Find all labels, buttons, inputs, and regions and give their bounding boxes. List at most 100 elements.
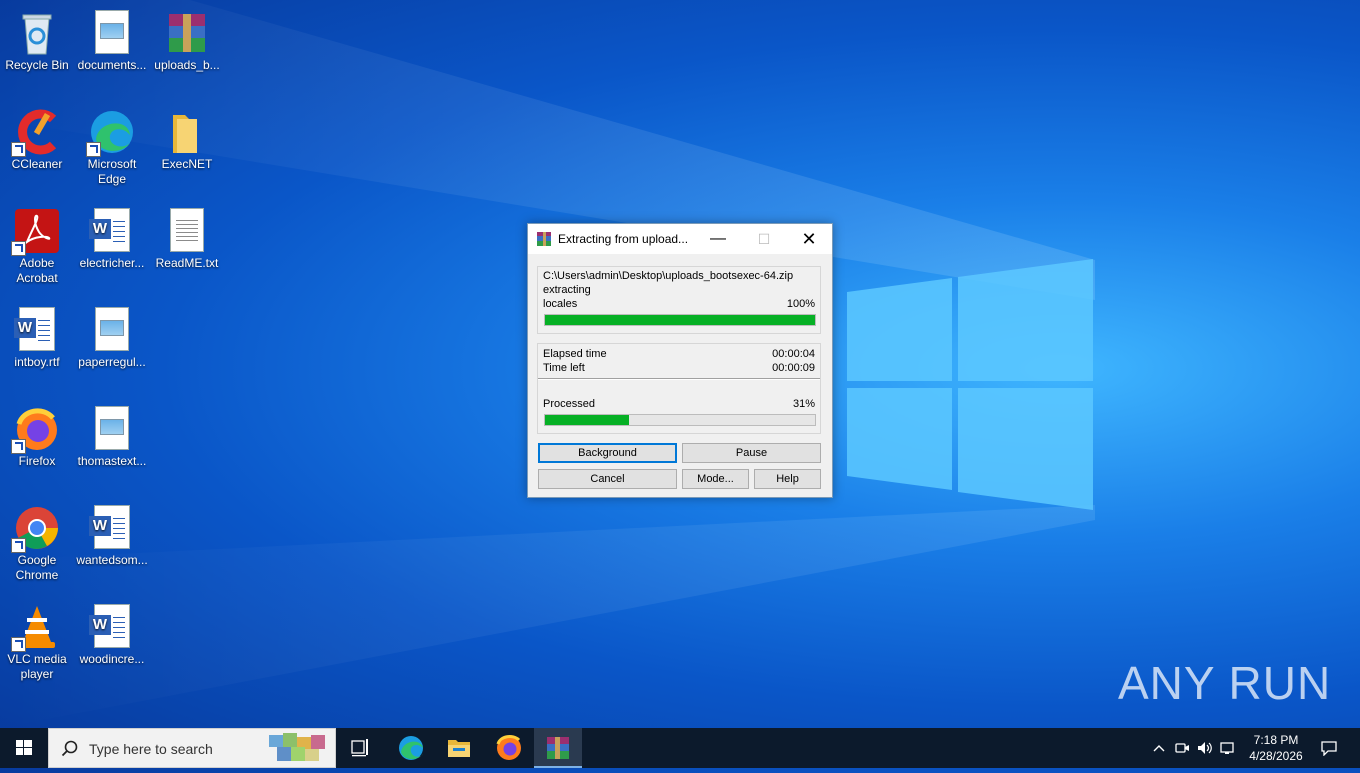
file-percent: 100%: [786, 298, 815, 310]
chevron-up-icon[interactable]: [1152, 742, 1166, 754]
vlc-icon: [11, 604, 61, 652]
desktop-icon-label: intboy.rtf: [14, 355, 60, 369]
taskbar-firefox[interactable]: [485, 728, 533, 768]
elapsed-time-label: Elapsed time: [543, 348, 607, 360]
desktop-icon-ccleaner[interactable]: CCleaner: [0, 103, 74, 172]
watermark-text: ANY RUN: [1118, 657, 1332, 709]
desktop-icon-wantedsom[interactable]: W wantedsom...: [75, 499, 149, 568]
system-clock[interactable]: 7:18 PM 4/28/2026: [1236, 732, 1316, 764]
desktop-icon-label: woodincre...: [79, 652, 145, 666]
edge-icon: [86, 109, 136, 157]
desktop-icon-uploads-archive[interactable]: uploads_b...: [150, 4, 224, 73]
image-file-icon: [88, 10, 136, 56]
taskbar-edge[interactable]: [387, 728, 435, 768]
divider: [538, 378, 820, 380]
mode-button[interactable]: Mode...: [682, 469, 749, 489]
start-button[interactable]: [0, 728, 48, 768]
desktop-icon-label: electricher...: [79, 256, 145, 270]
total-progress-panel: Elapsed time 00:00:04 Time left 00:00:09…: [537, 343, 821, 434]
desktop-icon-label: Firefox: [18, 454, 56, 468]
file-progress-fill: [545, 315, 815, 325]
desktop-icon-adobe-acrobat[interactable]: Adobe Acrobat: [0, 202, 74, 286]
shortcut-arrow-icon: [11, 439, 26, 454]
minimize-button[interactable]: —: [695, 224, 741, 254]
desktop-icon-label: VLC media player: [7, 652, 67, 681]
desktop-icon-recycle-bin[interactable]: Recycle Bin: [0, 4, 74, 73]
desktop-icon-vlc[interactable]: VLC media player: [0, 598, 74, 682]
dialog-title: Extracting from upload...: [558, 232, 689, 246]
winrar-archive-icon: [163, 10, 211, 56]
desktop-icon-label: thomastext...: [77, 454, 147, 468]
notifications-button[interactable]: [1306, 728, 1350, 768]
desktop-icon-label: wantedsom...: [76, 553, 148, 567]
desktop-icon-google-chrome[interactable]: Google Chrome: [0, 499, 74, 583]
time-left-value: 00:00:09: [772, 362, 815, 374]
file-progress-panel: C:\Users\admin\Desktop\uploads_bootsexec…: [537, 266, 821, 334]
desktop-icon-documents[interactable]: documents...: [75, 4, 149, 73]
desktop-icon-label: Microsoft Edge: [87, 157, 137, 186]
winrar-icon: [537, 232, 551, 246]
firefox-icon: [11, 406, 61, 454]
pause-button[interactable]: Pause: [682, 443, 821, 463]
task-view-button[interactable]: [336, 728, 384, 768]
elapsed-time-value: 00:00:04: [772, 348, 815, 360]
search-box[interactable]: Type here to search: [48, 728, 336, 768]
desktop-icon-label: Adobe Acrobat: [16, 256, 58, 285]
shortcut-arrow-icon: [11, 241, 26, 256]
desktop-icon-woodincre[interactable]: W woodincre...: [75, 598, 149, 667]
shortcut-arrow-icon: [11, 637, 26, 652]
desktop-icon-readme[interactable]: ReadME.txt: [150, 202, 224, 271]
recycle-bin-icon: [13, 10, 61, 56]
desktop-icon-execnet[interactable]: ExecNET: [150, 103, 224, 172]
desktop-icon-microsoft-edge[interactable]: Microsoft Edge: [75, 103, 149, 187]
shortcut-arrow-icon: [86, 142, 101, 157]
taskbar-file-explorer[interactable]: [435, 728, 483, 768]
cancel-button[interactable]: Cancel: [538, 469, 677, 489]
clock-date: 4/28/2026: [1249, 749, 1303, 763]
folder-icon: [163, 109, 211, 155]
desktop-icon-label: ExecNET: [161, 157, 213, 171]
meet-now-icon[interactable]: [1174, 740, 1190, 756]
desktop-icon-label: ReadME.txt: [155, 256, 219, 270]
desktop-icon-label: CCleaner: [11, 157, 63, 171]
taskbar-winrar[interactable]: [534, 728, 582, 768]
processed-label: Processed: [543, 398, 595, 410]
extraction-dialog: Extracting from upload... — ☐ ✕ C:\Users…: [527, 223, 833, 498]
desktop-icon-thomastext[interactable]: thomastext...: [75, 400, 149, 469]
dialog-titlebar[interactable]: Extracting from upload... — ☐ ✕: [528, 224, 832, 254]
desktop-icon-label: uploads_b...: [154, 58, 220, 72]
edge-icon: [399, 736, 423, 760]
close-button[interactable]: ✕: [786, 224, 832, 254]
help-button[interactable]: Help: [754, 469, 821, 489]
desktop-icon-firefox[interactable]: Firefox: [0, 400, 74, 469]
background-button[interactable]: Background: [538, 443, 677, 463]
notification-icon: [1321, 741, 1337, 756]
action-label: extracting: [543, 284, 591, 296]
volume-icon[interactable]: [1196, 740, 1214, 756]
word-doc-icon: W: [88, 604, 136, 650]
desktop-icon-electricher[interactable]: W electricher...: [75, 202, 149, 271]
shortcut-arrow-icon: [11, 538, 26, 553]
ccleaner-icon: [11, 109, 61, 157]
shortcut-arrow-icon: [11, 142, 26, 157]
word-doc-icon: W: [13, 307, 61, 353]
clock-time: 7:18 PM: [1253, 733, 1299, 747]
desktop-icon-label: Google Chrome: [15, 553, 59, 582]
word-doc-icon: W: [88, 505, 136, 551]
current-file-label: locales: [543, 298, 578, 310]
desktop-icon-label: paperregul...: [78, 355, 146, 369]
processed-percent: 31%: [792, 398, 815, 410]
desktop-icon-label: Recycle Bin: [5, 58, 69, 72]
image-file-icon: [88, 307, 136, 353]
image-file-icon: [88, 406, 136, 452]
system-tray: [1148, 728, 1236, 768]
processed-progress-bar: [544, 414, 816, 426]
desktop-icon-paperregul[interactable]: paperregul...: [75, 301, 149, 370]
search-icon: [61, 740, 78, 757]
acrobat-icon: [11, 208, 61, 256]
file-explorer-icon: [448, 740, 470, 757]
network-icon[interactable]: [1220, 740, 1236, 756]
maximize-button[interactable]: ☐: [741, 224, 787, 254]
desktop-icon-intboy[interactable]: W intboy.rtf: [0, 301, 74, 370]
search-placeholder: Type here to search: [89, 741, 213, 757]
